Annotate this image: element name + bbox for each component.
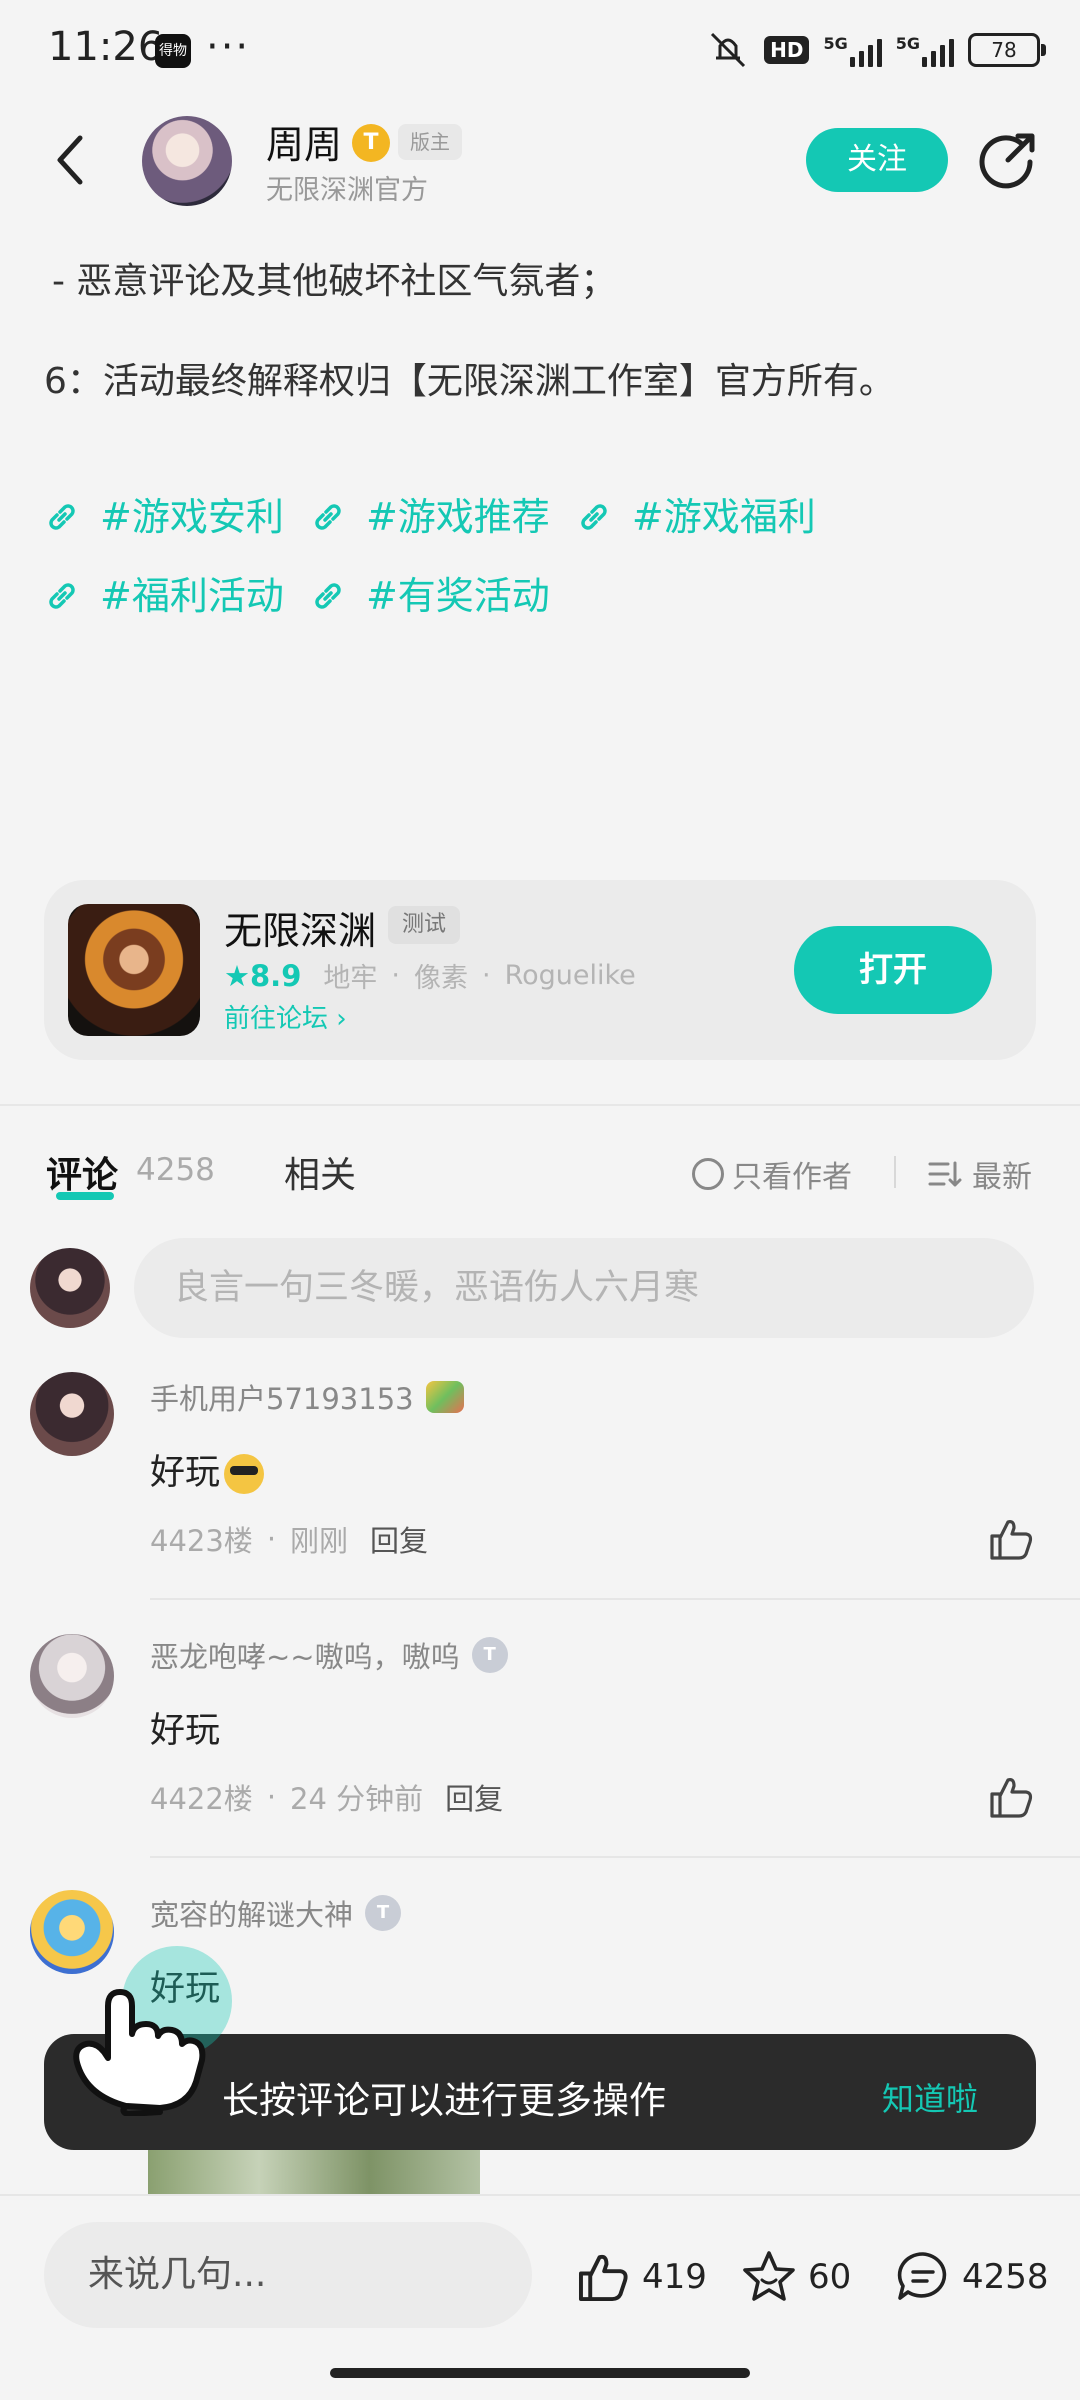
game-status-tag: 测试 — [388, 906, 461, 944]
comment-stat[interactable]: 4258 — [894, 2248, 1049, 2306]
section-divider — [0, 1104, 1080, 1106]
game-icon[interactable] — [68, 904, 200, 1036]
author-subtitle: 无限深渊官方 — [266, 175, 428, 206]
commenter-name[interactable]: 恶龙咆哮~~嗷呜，嗷呜 T — [150, 1634, 508, 1676]
comment-text[interactable]: 好玩 — [150, 1444, 265, 1495]
bottom-comment-input[interactable]: 来说几句... — [44, 2222, 532, 2328]
author-avatar[interactable] — [142, 116, 232, 206]
commenter-name[interactable]: 手机用户57193153 — [150, 1376, 464, 1418]
comment-count: 4258 — [136, 1152, 215, 1188]
sort-button[interactable]: 最新 — [928, 1152, 1032, 1196]
comment-bubble-icon — [897, 2252, 947, 2300]
hd-icon: HD — [764, 36, 810, 64]
link-icon — [49, 504, 75, 530]
game-name: 无限深渊 — [224, 909, 377, 953]
hashtag-link[interactable]: #游戏推荐 — [310, 480, 550, 554]
signal-icon-1 — [849, 37, 882, 67]
hashtag-link[interactable]: #游戏安利 — [44, 480, 284, 554]
link-icon — [49, 583, 75, 609]
pointing-hand-icon — [73, 1989, 206, 2116]
network-type-2: 5G — [895, 33, 920, 53]
status-icons: HD 5G 5G 78 — [706, 30, 1046, 70]
reply-button[interactable]: 回复 — [370, 1518, 428, 1560]
favorite-stat[interactable]: 60 — [740, 2248, 851, 2306]
commenter-avatar[interactable] — [30, 1634, 114, 1718]
mute-icon — [711, 32, 746, 68]
game-meta: ★8.9 地牢 · 像素 · Roguelike — [224, 956, 636, 995]
reply-button[interactable]: 回复 — [445, 1776, 503, 1818]
hashtag-link[interactable]: #福利活动 — [44, 559, 284, 633]
app-notification-icon: 得物 — [155, 34, 191, 68]
chevron-right-icon: › — [336, 1004, 347, 1034]
comment-text[interactable]: 好玩 — [150, 1702, 220, 1753]
commenter-name[interactable]: 宽容的解谜大神 T — [150, 1892, 402, 1934]
comment-divider — [150, 1598, 1080, 1600]
genre-tag: 地牢 — [323, 963, 378, 994]
sort-icon — [928, 1161, 962, 1187]
sunglasses-emoji-icon — [224, 1454, 265, 1494]
back-arrow-icon[interactable] — [50, 130, 90, 190]
thumbs-up-icon[interactable] — [986, 1514, 1036, 1564]
separator-dot: · — [481, 960, 491, 991]
post-text-line: 6：活动最终解释权归【无限深渊工作室】官方所有。 — [44, 361, 895, 402]
home-indicator[interactable] — [330, 2368, 750, 2378]
game-rating: ★8.9 — [224, 958, 302, 993]
link-icon — [581, 504, 607, 530]
toast-dismiss-button[interactable]: 知道啦 — [882, 2074, 978, 2120]
radio-icon — [692, 1158, 724, 1190]
toast-message: 长按评论可以进行更多操作 — [222, 2079, 666, 2122]
comment-image[interactable] — [148, 2150, 480, 2194]
link-icon — [315, 583, 341, 609]
genre-tag: 像素 — [413, 963, 468, 994]
level-badge-icon: T — [471, 1637, 508, 1673]
battery-icon: 78 — [968, 33, 1046, 67]
share-icon[interactable] — [978, 130, 1038, 190]
link-icon — [315, 504, 341, 530]
post-tags: #游戏安利 #游戏推荐 #游戏福利 #福利活动 #有奖活动 — [44, 480, 1044, 638]
comment-divider — [150, 1856, 1080, 1858]
star-icon: ★ — [224, 958, 250, 993]
role-tag: 版主 — [398, 124, 462, 160]
like-stat[interactable]: 419 — [574, 2248, 707, 2306]
network-type-1: 5G — [823, 33, 848, 53]
thumbs-up-icon[interactable] — [986, 1772, 1036, 1822]
commenter-avatar[interactable] — [30, 1372, 114, 1456]
author-only-toggle[interactable]: 只看作者 — [692, 1152, 852, 1196]
my-avatar — [30, 1248, 110, 1328]
sticker-icon — [425, 1381, 464, 1413]
follow-button[interactable]: 关注 — [806, 128, 948, 192]
hashtag-link[interactable]: #游戏福利 — [576, 480, 816, 554]
signal-icon-2 — [922, 37, 954, 67]
tab-comments[interactable]: 评论 — [46, 1146, 118, 1198]
status-time: 11:26 — [48, 24, 164, 70]
level-badge-icon: T — [365, 1895, 402, 1931]
comment-meta: 4422楼 · 24 分钟前 回复 — [150, 1776, 503, 1818]
separator-dot: · — [391, 960, 400, 991]
comment-meta: 4423楼 · 刚刚 回复 — [150, 1518, 428, 1560]
open-game-button[interactable]: 打开 — [794, 926, 992, 1014]
tab-related[interactable]: 相关 — [284, 1146, 356, 1198]
author-name[interactable]: 周周 — [266, 114, 342, 169]
comment-input[interactable] — [134, 1238, 1034, 1338]
hashtag-link[interactable]: #有奖活动 — [310, 559, 550, 633]
more-notifications-icon: ··· — [206, 24, 251, 70]
genre-tag: Roguelike — [504, 960, 636, 991]
author-level-badge: T — [352, 124, 390, 162]
thumbs-up-icon — [578, 2254, 628, 2302]
forum-link[interactable]: 前往论坛 › — [224, 998, 347, 1035]
active-tab-indicator — [56, 1192, 114, 1200]
star-icon — [743, 2251, 795, 2301]
vertical-divider — [894, 1156, 896, 1188]
post-text-line: - 恶意评论及其他破坏社区气氛者； — [52, 261, 617, 302]
